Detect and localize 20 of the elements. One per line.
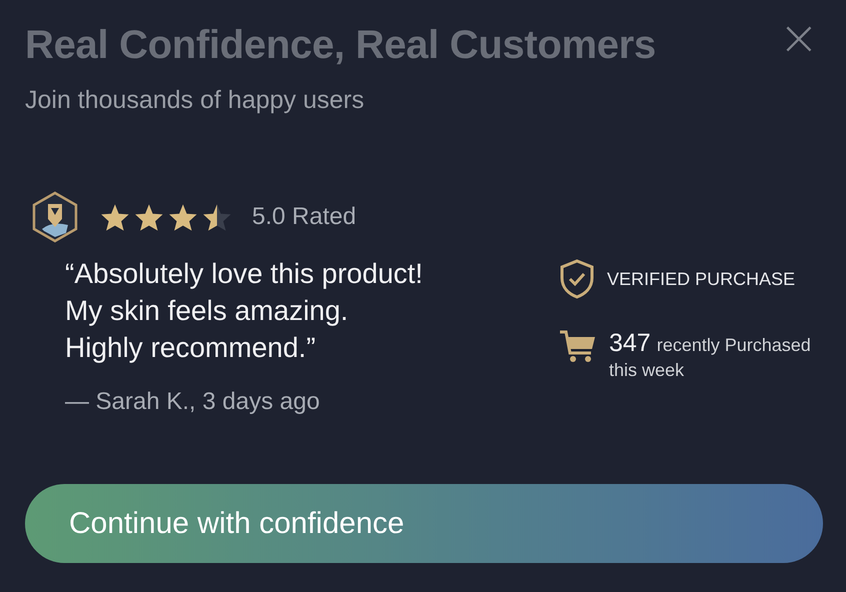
purchase-label: recently Purchased [656,335,811,355]
review-quote-line: My skin feels amazing. [65,294,350,328]
star-icon [168,202,198,232]
star-icon [202,202,232,232]
continue-button[interactable]: Continue with confidence [25,484,823,563]
review-author: — Sarah K., 3 days ago [65,388,321,416]
dialog-title: Real Confidence, Real Customers [25,22,656,69]
cart-icon [559,329,597,363]
star-icon [100,202,130,232]
verified-label: VERIFIED PURCHASE [607,268,796,290]
review-quote-line: “Absolutely love this product! [65,257,423,291]
shield-check-icon [559,259,595,299]
shield-badge-icon [32,191,78,243]
review-quote-line: Highly recommend.” [65,331,317,365]
star-icon [134,202,164,232]
purchase-period: this week [609,360,686,381]
close-button[interactable]: × [774,20,823,56]
dialog-subtitle: Join thousands of happy users [25,86,366,115]
purchase-count: 347 [609,329,651,357]
rating-label: 5.0 Rated [252,203,356,231]
